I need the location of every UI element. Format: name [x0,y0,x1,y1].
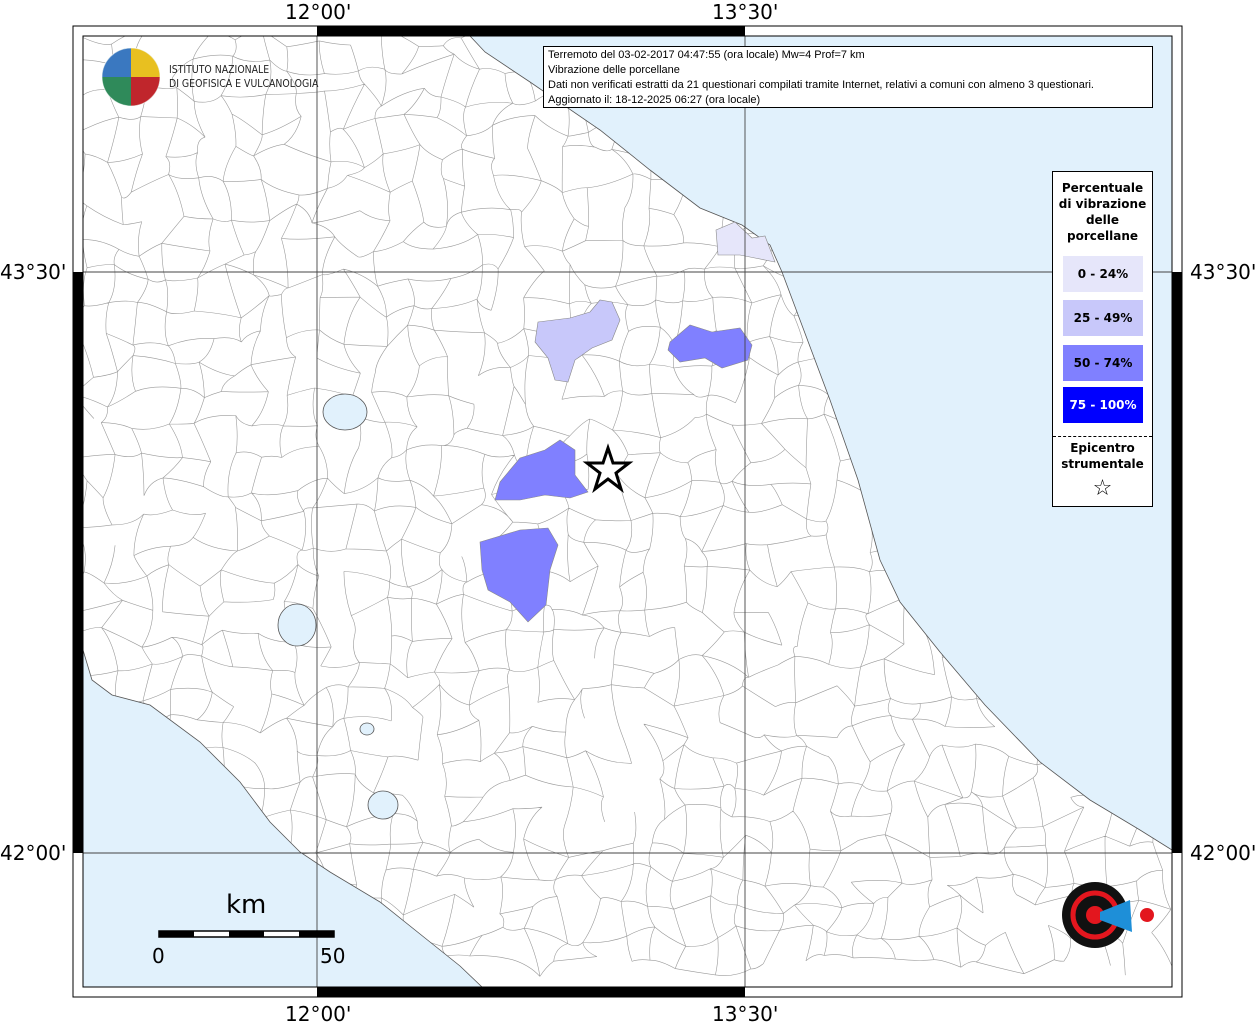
lon-tick-top-13-30: 13°30' [712,0,779,24]
star-outline-icon: ☆ [1092,476,1113,501]
legend-class-50-74: 50 - 74% [1063,345,1143,381]
legend-title-line: delle [1085,213,1120,227]
legend: Percentuale di vibrazione delle porcella… [1052,171,1153,507]
ingv-line-2: DI GEOFISICA E VULCANOLOGIA [169,77,319,90]
map-subject: Vibrazione delle porcellane [548,64,680,76]
lat-tick-right-42: 42°00' [1190,841,1255,865]
lon-tick-bottom-12: 12°00' [285,1002,352,1026]
ingv-logo-text: ISTITUTO NAZIONALE DI GEOFISICA E VULCAN… [169,63,318,91]
lon-tick-bottom-13-30: 13°30' [712,1002,779,1026]
epicenter-line: Epicentro [1070,441,1135,455]
ingv-line-1: ISTITUTO NAZIONALE [169,63,270,76]
legend-class-0-24: 0 - 24% [1063,256,1143,292]
scale-start: 0 [152,944,165,968]
scale-bar [158,930,335,938]
lake-bolsena [277,603,317,647]
legend-epicenter-label: Epicentro strumentale [1053,440,1152,472]
map-canvas [72,25,1183,998]
lake-bracciano [367,790,399,820]
lake-trasimeno [322,393,368,431]
lat-tick-left-42: 42°00' [0,841,67,865]
legend-divider [1053,436,1152,437]
event-line: Terremoto del 03-02-2017 04:47:55 (ora l… [548,49,865,61]
lat-tick-right-43-30: 43°30' [1190,260,1255,284]
scale-end: 50 [320,944,346,968]
data-note: Dati non verificati estratti da 21 quest… [548,79,1094,91]
lat-tick-left-43-30: 43°30' [0,260,67,284]
lake-small [359,722,375,736]
legend-class-75-100: 75 - 100% [1063,387,1143,423]
map-figure: 12°00' 13°30' 12°00' 13°30' 43°30' 42°00… [0,0,1255,1026]
lon-tick-top-12: 12°00' [285,0,352,24]
scale-unit: km [226,890,267,920]
epicenter-line: strumentale [1061,457,1144,471]
legend-class-25-49: 25 - 49% [1063,300,1143,336]
ingv-logo-icon [101,47,161,107]
legend-title-line: porcellane [1066,229,1138,243]
legend-title-line: di vibrazione [1058,197,1147,211]
legend-title-line: Percentuale [1061,181,1144,195]
updated-line: Aggiornato il: 18-12-2025 06:27 (ora loc… [548,94,761,106]
event-info-box: Terremoto del 03-02-2017 04:47:55 (ora l… [543,46,1153,108]
legend-title: Percentuale di vibrazione delle porcella… [1053,180,1152,244]
